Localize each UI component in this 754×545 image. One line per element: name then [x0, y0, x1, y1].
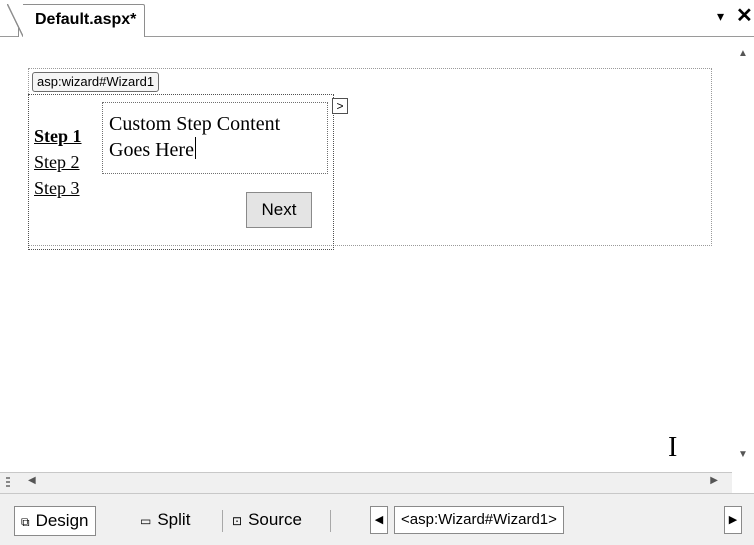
split-label: Split	[157, 510, 191, 529]
document-tabstrip: Default.aspx* ▾ ✕	[0, 0, 754, 37]
split-icon: ▭	[140, 514, 152, 528]
wizard-tag[interactable]: asp:wizard#Wizard1	[32, 72, 160, 92]
step-content-area[interactable]: Custom Step Content Goes Here	[102, 102, 328, 174]
ibeam-cursor-icon: I	[668, 432, 678, 463]
design-surface[interactable]: asp:wizard#Wizard1 Step 1 Step 2 Step 3 …	[8, 44, 730, 464]
tab-default-aspx[interactable]: Default.aspx*	[6, 4, 146, 37]
scroll-left-icon[interactable]: ◀	[28, 475, 36, 486]
window-dropdown-icon[interactable]: ▾	[717, 8, 724, 25]
source-icon: ⊡	[232, 514, 243, 528]
split-view-button[interactable]: ▭ Split	[134, 506, 196, 534]
design-icon: ⧉	[21, 515, 30, 529]
breadcrumb-right-icon[interactable]: ▶	[724, 506, 742, 534]
content-line-2-text: Goes Here	[109, 139, 194, 161]
step-link-1[interactable]: Step 1	[34, 124, 104, 150]
scroll-right-icon[interactable]: ▶	[710, 475, 718, 486]
vertical-scrollbar[interactable]: ▲ ▼	[732, 44, 754, 464]
design-view-button[interactable]: ⧉ Design	[14, 506, 96, 536]
tag-breadcrumb[interactable]: <asp:Wizard#Wizard1>	[394, 506, 564, 534]
source-label: Source	[248, 510, 302, 529]
close-icon[interactable]: ✕	[736, 4, 753, 28]
divider	[330, 510, 331, 532]
breadcrumb-left-icon[interactable]: ◀	[370, 506, 388, 534]
design-label: Design	[35, 511, 89, 530]
scroll-up-icon[interactable]: ▲	[738, 48, 748, 59]
smart-tag-icon[interactable]: >	[332, 98, 348, 114]
splitter-gripper[interactable]	[6, 477, 10, 489]
wizard-sidebar: Step 1 Step 2 Step 3	[34, 124, 104, 202]
scroll-down-icon[interactable]: ▼	[738, 449, 748, 460]
step-link-3[interactable]: Step 3	[34, 176, 104, 202]
next-button[interactable]: Next	[246, 192, 312, 228]
content-line-1: Custom Step Content	[109, 113, 281, 135]
view-switcher-bar: ⧉ Design ▭ Split ⊡ Source ◀ <asp:Wizard#Wiz…	[0, 493, 754, 545]
horizontal-scrollbar[interactable]: ◀ ▶	[0, 472, 732, 493]
divider	[222, 510, 223, 532]
content-line-2: Goes Here	[109, 137, 321, 163]
text-caret	[194, 137, 196, 159]
source-view-button[interactable]: ⊡ Source	[226, 506, 308, 534]
step-link-2[interactable]: Step 2	[34, 150, 104, 176]
